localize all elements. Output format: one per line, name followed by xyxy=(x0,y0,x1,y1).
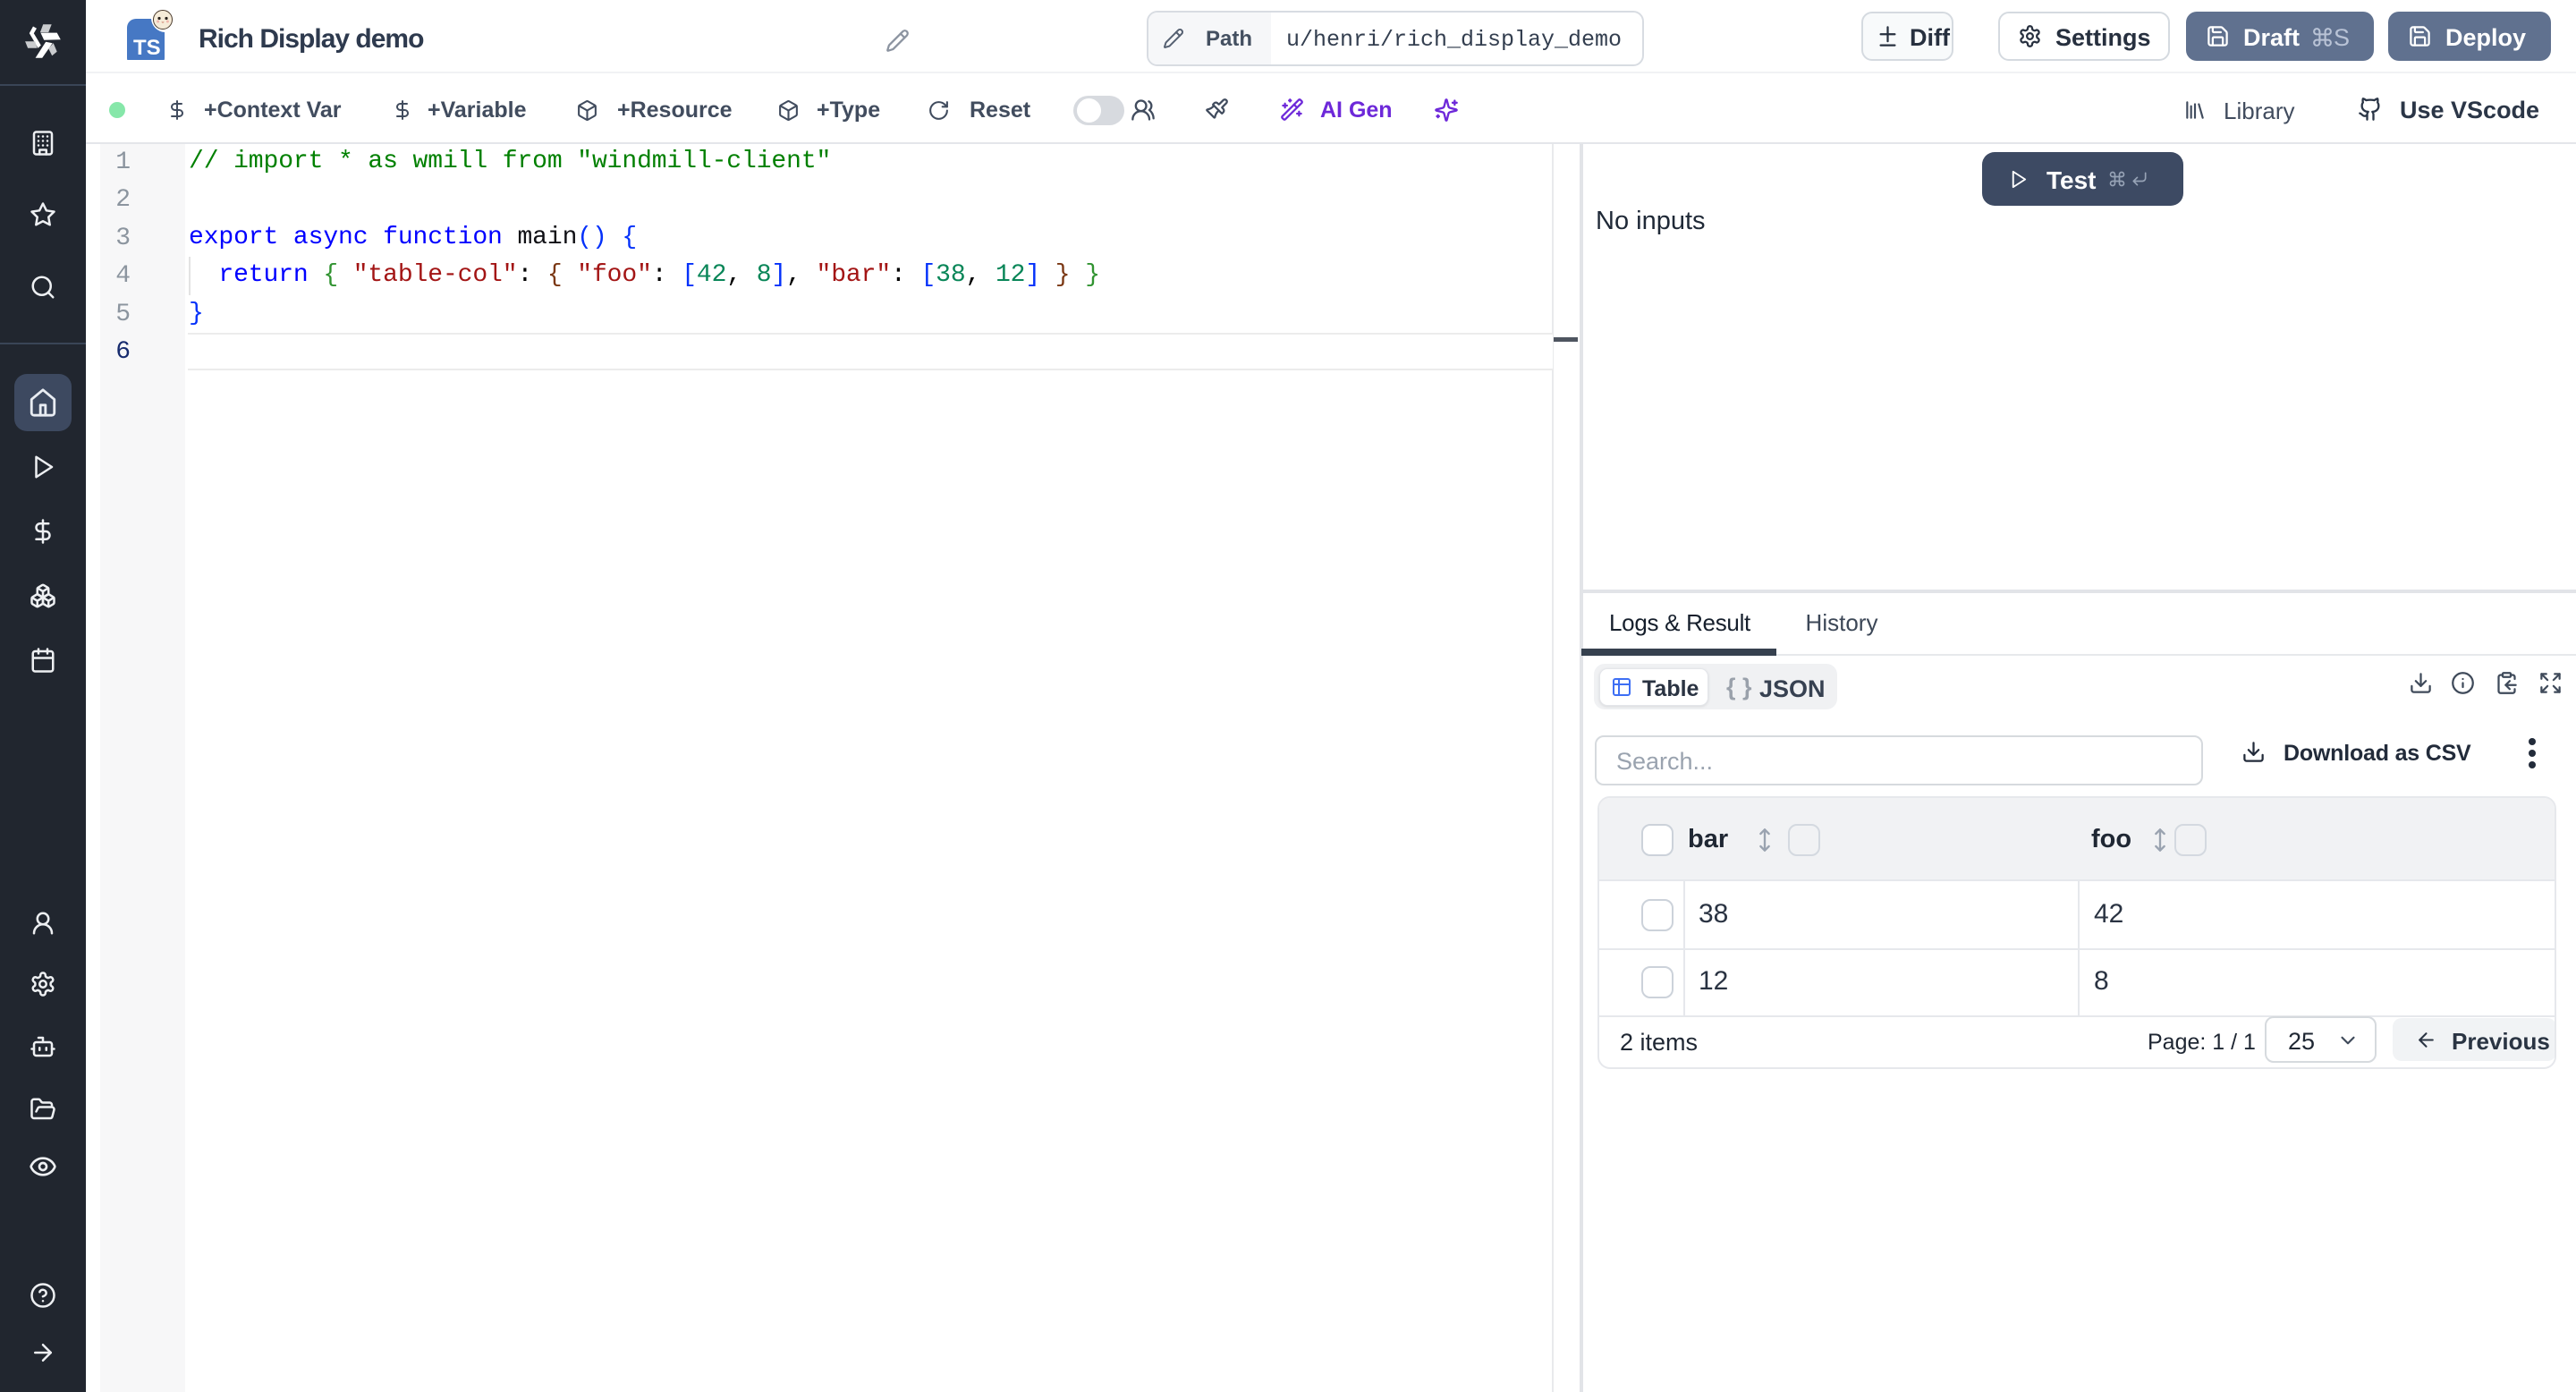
svg-text:TS: TS xyxy=(133,36,161,60)
